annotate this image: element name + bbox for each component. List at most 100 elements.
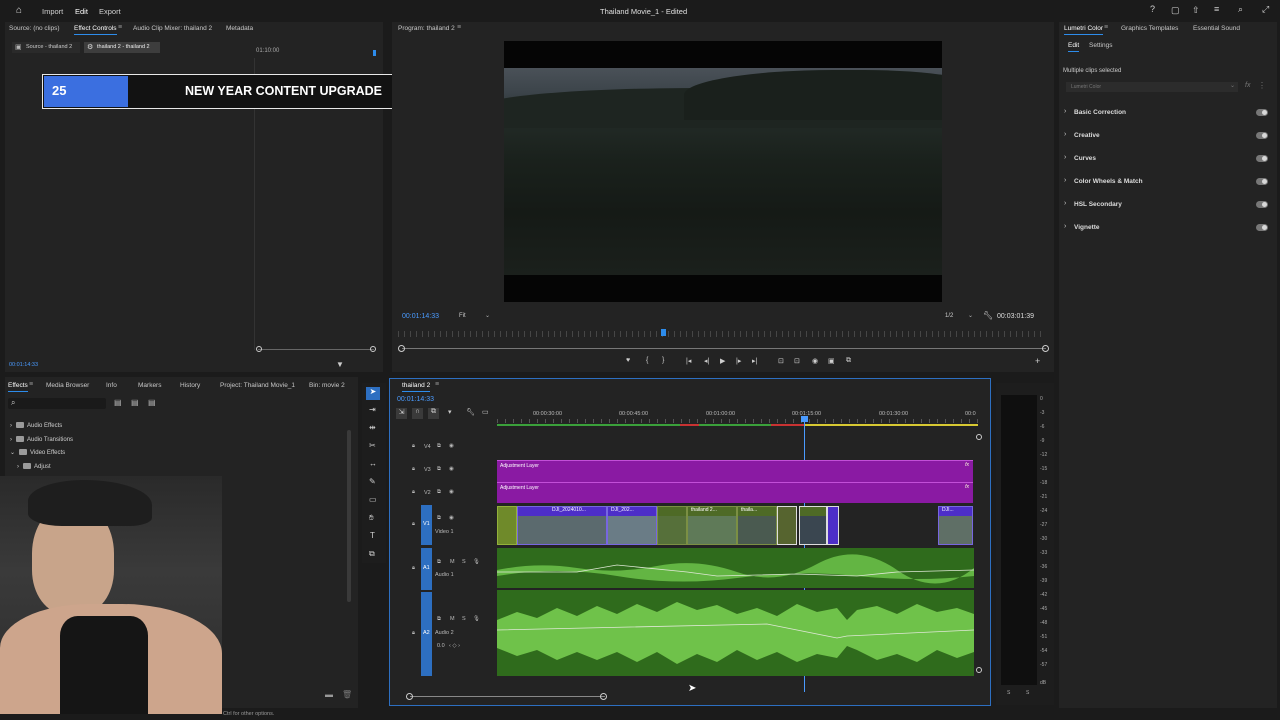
section-basic-correction[interactable]: › Basic Correction <box>1064 107 1268 121</box>
timeline-zoom-handle-right[interactable] <box>600 693 607 700</box>
adjustment-layer-v2[interactable]: Adjustment Layer fx <box>497 482 973 503</box>
lock-icon[interactable]: 🔒︎ <box>412 521 415 528</box>
fx-icon[interactable]: fx <box>1245 82 1250 89</box>
tab-lumetri-color[interactable]: Lumetri Color <box>1064 25 1104 35</box>
video-clip-7[interactable] <box>777 506 797 545</box>
menu-import[interactable]: Import <box>42 7 63 16</box>
timeline-vertical-scroll-bottom[interactable] <box>976 667 982 673</box>
tab-metadata[interactable]: Metadata <box>226 25 253 32</box>
razor-tool[interactable]: ✂ <box>369 441 376 450</box>
accelerated-effects-icon[interactable]: ▤ <box>114 398 122 407</box>
video-clip-3[interactable]: DJI_202... <box>607 506 657 545</box>
solo-icon[interactable]: S <box>462 559 466 565</box>
fullscreen-icon[interactable]: ⤢ <box>1262 4 1269 15</box>
subtab-edit[interactable]: Edit <box>1068 42 1080 52</box>
add-marker-icon[interactable]: ♥︎ <box>626 357 630 364</box>
video-clip-1[interactable] <box>497 506 517 545</box>
solo-right-button[interactable]: S <box>1026 690 1029 696</box>
keyframe-nav-icon[interactable]: ‹ ◇ › <box>449 643 460 649</box>
sync-lock-icon[interactable]: ⧉ <box>437 489 441 496</box>
video-clip-10[interactable]: DJI... <box>938 506 973 545</box>
tab-markers[interactable]: Markers <box>138 382 161 389</box>
lumetri-effect-dropdown[interactable]: Lumetri Color ⌄ <box>1066 82 1238 92</box>
video-clip-6[interactable]: thaila... <box>737 506 777 545</box>
workspaces-icon[interactable]: ▢ <box>1171 5 1180 16</box>
section-vignette[interactable]: › Vignette <box>1064 222 1268 236</box>
home-icon[interactable]: ⌂ <box>16 5 22 16</box>
track-select-tool[interactable]: ⇥ <box>369 405 376 414</box>
tab-audio-clip-mixer[interactable]: Audio Clip Mixer: thailand 2 <box>133 25 212 32</box>
filter-icon[interactable]: ▼ <box>336 360 344 369</box>
tab-info[interactable]: Info <box>106 382 117 389</box>
audio-clip-a2[interactable] <box>497 590 974 676</box>
mark-out-icon[interactable]: } <box>662 357 664 364</box>
solo-icon[interactable]: S <box>462 616 466 622</box>
timeline-settings-icon[interactable]: 🔧︎ <box>466 408 475 416</box>
lumetri-menu-icon[interactable]: ≡ <box>1104 24 1108 31</box>
proxy-toggle-icon[interactable]: ⧉ <box>846 357 851 365</box>
wrench-icon[interactable]: 🔧︎ <box>983 311 993 320</box>
pen-tool[interactable]: ✎ <box>369 477 376 486</box>
menu-export[interactable]: Export <box>99 7 121 16</box>
tab-media-browser[interactable]: Media Browser <box>46 382 89 389</box>
tab-effects[interactable]: Effects <box>8 382 28 392</box>
eye-icon[interactable]: ◉ <box>449 443 454 449</box>
tab-program[interactable]: Program: thailand 2 <box>398 25 455 32</box>
effect-controls-zoom-bar[interactable] <box>258 349 374 350</box>
section-creative[interactable]: › Creative <box>1064 130 1268 144</box>
timeline-ruler-ticks[interactable] <box>497 419 978 423</box>
export-frame-icon[interactable]: ◉ <box>812 357 818 365</box>
play-icon[interactable]: ▶ <box>720 357 725 365</box>
tree-audio-effects[interactable]: › Audio Effects <box>10 422 62 429</box>
section-toggle[interactable] <box>1256 224 1268 231</box>
section-toggle[interactable] <box>1256 201 1268 208</box>
section-hsl-secondary[interactable]: › HSL Secondary <box>1064 199 1268 213</box>
tab-project[interactable]: Project: Thailand Movie_1 <box>220 382 295 389</box>
ripple-edit-tool[interactable]: ⇹ <box>369 423 376 432</box>
video-clip-9[interactable] <box>827 506 839 545</box>
menu-icon[interactable]: ≡ <box>1214 4 1219 14</box>
sync-lock-icon[interactable]: ⧉ <box>437 616 441 623</box>
tree-video-effects[interactable]: ⌄ Video Effects <box>10 449 65 456</box>
timeline-zoom-handle-left[interactable] <box>406 693 413 700</box>
rectangle-tool[interactable]: ▭ <box>369 495 377 504</box>
section-toggle[interactable] <box>1256 155 1268 162</box>
fit-dropdown[interactable]: Fit ⌄ <box>456 311 492 322</box>
eye-icon[interactable]: ◉ <box>449 466 454 472</box>
sequence-subtab[interactable]: ⚙ thailand 2 - thailand 2 <box>84 42 160 53</box>
resolution-dropdown[interactable]: 1/2 ⌄ <box>942 311 974 322</box>
lock-icon[interactable]: 🔒︎ <box>412 489 415 496</box>
section-curves[interactable]: › Curves <box>1064 153 1268 167</box>
tree-audio-transitions[interactable]: › Audio Transitions <box>10 436 73 443</box>
section-toggle[interactable] <box>1256 178 1268 185</box>
section-toggle[interactable] <box>1256 132 1268 139</box>
program-zoom-handle-right[interactable] <box>1042 345 1049 352</box>
tab-history[interactable]: History <box>180 382 200 389</box>
search-icon[interactable]: ⌕ <box>1238 4 1243 15</box>
timeline-vertical-scroll-top[interactable] <box>976 434 982 440</box>
sync-lock-icon[interactable]: ⧉ <box>437 515 441 522</box>
effects-search-input[interactable]: ⌕ <box>8 398 106 409</box>
playhead-marker[interactable] <box>373 50 376 56</box>
new-bin-icon[interactable]: ▬ <box>325 690 333 699</box>
program-zoom-handle-left[interactable] <box>398 345 405 352</box>
lock-icon[interactable]: 🔒︎ <box>412 565 415 572</box>
tab-timeline-sequence[interactable]: thailand 2 <box>402 382 431 392</box>
solo-left-button[interactable]: S <box>1007 690 1010 696</box>
eye-icon[interactable]: ◉ <box>449 489 454 495</box>
tab-essential-sound[interactable]: Essential Sound <box>1193 25 1240 32</box>
extract-icon[interactable]: ⊡ <box>794 357 800 365</box>
lift-icon[interactable]: ⊡ <box>778 357 784 365</box>
audio-clip-a1[interactable] <box>497 548 974 588</box>
timeline-playhead-handle[interactable] <box>801 416 808 422</box>
lumetri-more-icon[interactable]: ⋮ <box>1258 81 1266 90</box>
comparison-view-icon[interactable]: ▣ <box>828 357 835 365</box>
effects-menu-icon[interactable]: ≡ <box>29 381 33 388</box>
snap-icon[interactable]: ∩ <box>412 408 423 419</box>
menu-edit[interactable]: Edit <box>75 7 88 16</box>
go-to-out-icon[interactable]: ▸| <box>752 357 757 365</box>
tab-bin[interactable]: Bin: movie 2 <box>309 382 345 389</box>
section-toggle[interactable] <box>1256 109 1268 116</box>
mic-icon[interactable]: 🎙︎ <box>473 559 480 565</box>
tree-adjust[interactable]: › Adjust <box>17 463 51 470</box>
